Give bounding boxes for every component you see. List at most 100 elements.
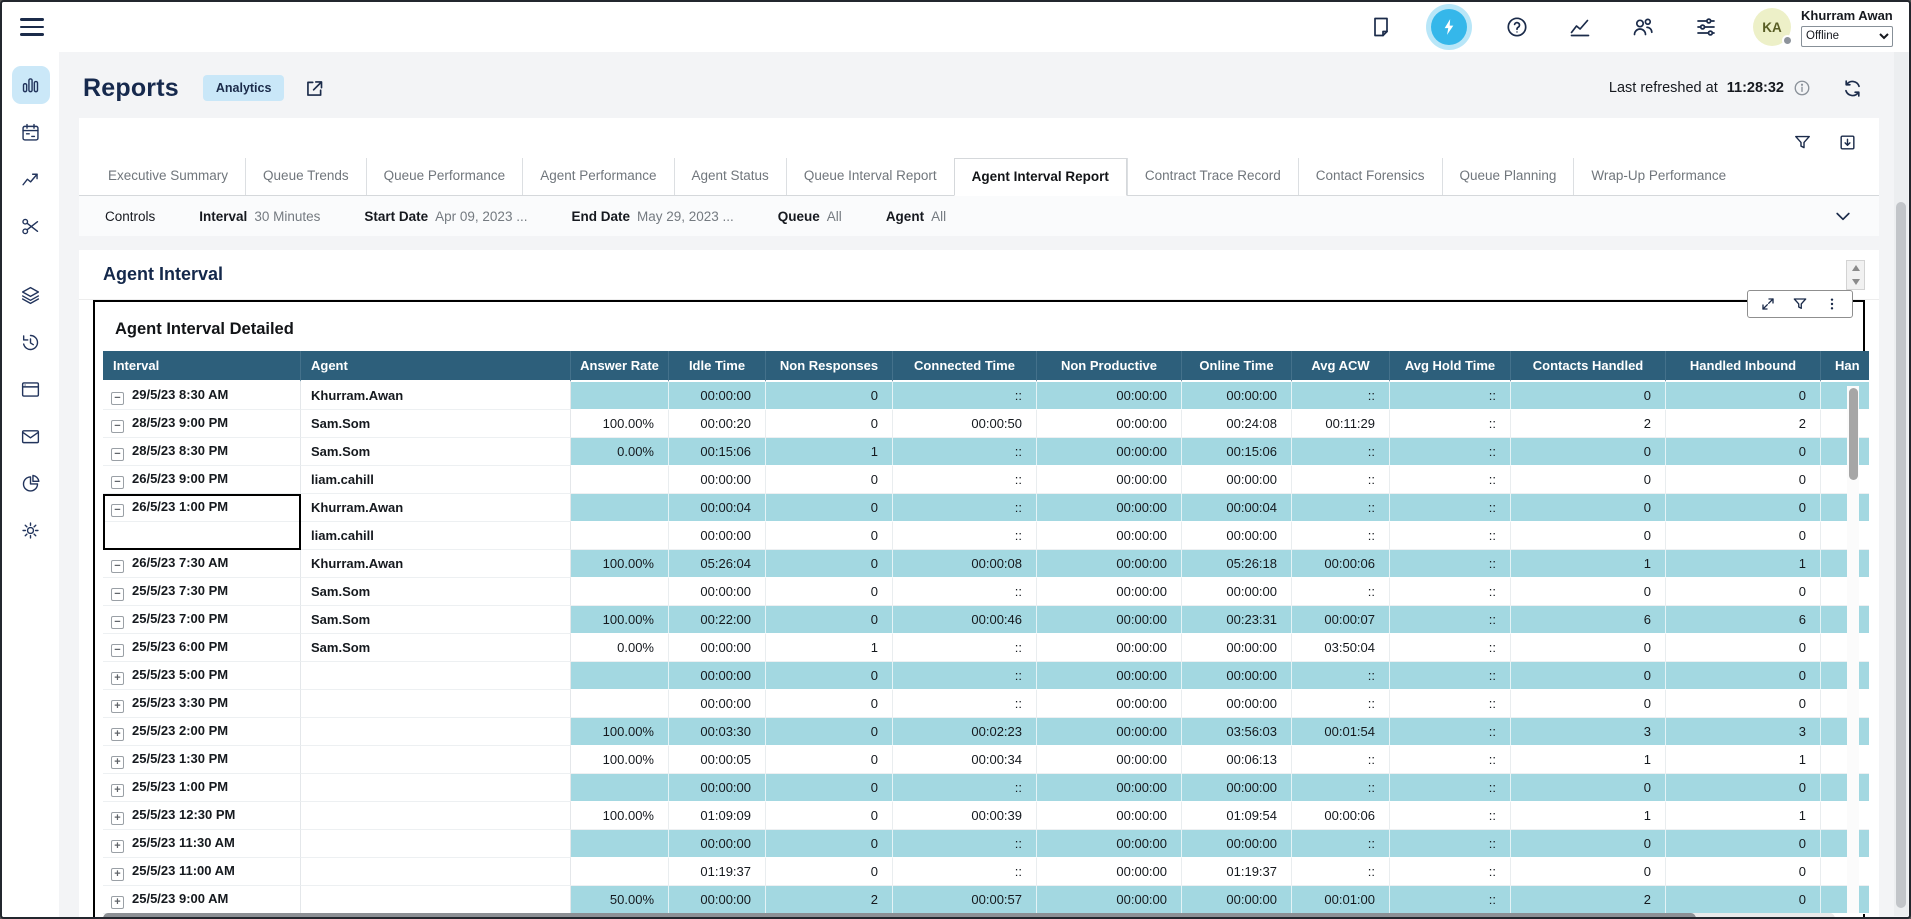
metric-cell[interactable]: 00:00:00 (1182, 830, 1292, 858)
metric-cell[interactable]: 1 (766, 438, 893, 466)
metric-cell[interactable]: :: (1390, 662, 1511, 690)
agent-cell[interactable]: Sam.Som (301, 634, 571, 662)
metric-cell[interactable]: :: (1292, 690, 1390, 718)
tab-wrap-up-performance[interactable]: Wrap-Up Performance (1573, 158, 1743, 195)
metric-cell[interactable] (1821, 634, 1869, 662)
metric-cell[interactable] (571, 578, 669, 606)
collapse-row-icon[interactable]: − (111, 476, 124, 489)
metric-cell[interactable]: 0 (1511, 382, 1666, 410)
metric-cell[interactable]: :: (1292, 746, 1390, 774)
metric-cell[interactable]: 00:00:00 (1182, 690, 1292, 718)
metric-cell[interactable]: :: (1292, 438, 1390, 466)
status-select[interactable]: Offline (1801, 26, 1893, 47)
collapse-row-icon[interactable]: − (111, 560, 124, 573)
widget-filter-icon[interactable] (1792, 296, 1808, 312)
interval-cell[interactable]: − (103, 522, 301, 550)
filter-icon[interactable] (1793, 133, 1812, 152)
help-icon[interactable] (1504, 14, 1530, 40)
metric-cell[interactable]: :: (1390, 438, 1511, 466)
sidebar-item-layers[interactable] (12, 276, 50, 314)
metric-cell[interactable]: 0 (1511, 634, 1666, 662)
metric-cell[interactable]: 0 (766, 718, 893, 746)
metric-cell[interactable]: 00:03:30 (669, 718, 766, 746)
metric-cell[interactable]: 0 (766, 606, 893, 634)
metric-cell[interactable]: 50.00% (571, 886, 669, 914)
metric-cell[interactable]: 0 (766, 578, 893, 606)
metric-cell[interactable] (571, 522, 669, 550)
metric-cell[interactable]: 0 (766, 410, 893, 438)
sidebar-item-scissors[interactable] (12, 207, 50, 245)
metric-cell[interactable]: 00:00:00 (1037, 718, 1182, 746)
metric-cell[interactable] (571, 774, 669, 802)
metric-cell[interactable] (1821, 410, 1869, 438)
metric-cell[interactable]: 0 (1666, 690, 1821, 718)
metric-cell[interactable]: 00:00:00 (1182, 522, 1292, 550)
interval-cell[interactable]: −25/5/23 7:30 PM (103, 578, 301, 606)
metric-cell[interactable]: 00:00:00 (669, 690, 766, 718)
agent-cell[interactable]: Khurram.Awan (301, 550, 571, 578)
metric-cell[interactable]: 2 (1666, 410, 1821, 438)
info-icon[interactable] (1793, 79, 1811, 97)
metric-cell[interactable]: :: (1390, 410, 1511, 438)
expand-row-icon[interactable]: + (111, 896, 124, 909)
metric-cell[interactable]: :: (1390, 830, 1511, 858)
metric-cell[interactable]: 0 (1511, 662, 1666, 690)
column-header-connected-time[interactable]: Connected Time (893, 351, 1037, 382)
metric-cell[interactable]: 00:00:00 (1182, 578, 1292, 606)
metric-cell[interactable]: :: (1390, 550, 1511, 578)
agent-cell[interactable] (301, 662, 571, 690)
metric-cell[interactable] (1821, 746, 1869, 774)
tab-executive-summary[interactable]: Executive Summary (91, 158, 245, 195)
metric-cell[interactable]: 2 (1511, 410, 1666, 438)
metric-cell[interactable] (1821, 522, 1869, 550)
metric-cell[interactable]: 00:00:06 (1292, 550, 1390, 578)
agent-cell[interactable] (301, 886, 571, 914)
metric-cell[interactable] (1821, 690, 1869, 718)
metric-cell[interactable] (571, 382, 669, 410)
tab-agent-interval-report[interactable]: Agent Interval Report (954, 158, 1127, 196)
tab-agent-performance[interactable]: Agent Performance (522, 158, 673, 195)
metric-cell[interactable]: 00:00:00 (1037, 522, 1182, 550)
column-header-non-responses[interactable]: Non Responses (766, 351, 893, 382)
agent-cell[interactable] (301, 690, 571, 718)
metric-cell[interactable]: 00:00:00 (1182, 662, 1292, 690)
column-header-handled-inbound[interactable]: Handled Inbound (1666, 351, 1821, 382)
metric-cell[interactable]: 00:00:00 (669, 634, 766, 662)
line-chart-icon[interactable] (1567, 14, 1593, 40)
metric-cell[interactable]: 0 (1666, 494, 1821, 522)
collapse-row-icon[interactable]: − (111, 644, 124, 657)
metric-cell[interactable]: 00:00:00 (1037, 382, 1182, 410)
agent-cell[interactable] (301, 718, 571, 746)
metric-cell[interactable]: :: (1390, 690, 1511, 718)
metric-cell[interactable]: 00:00:04 (669, 494, 766, 522)
metric-cell[interactable]: :: (1292, 494, 1390, 522)
metric-cell[interactable] (1821, 494, 1869, 522)
metric-cell[interactable] (1821, 382, 1869, 410)
metric-cell[interactable]: 1 (1511, 802, 1666, 830)
metric-cell[interactable]: :: (1390, 382, 1511, 410)
metric-cell[interactable]: 00:00:00 (1182, 886, 1292, 914)
interval-cell[interactable]: −25/5/23 7:00 PM (103, 606, 301, 634)
metric-cell[interactable]: 0 (1511, 494, 1666, 522)
interval-cell[interactable]: −26/5/23 9:00 PM (103, 466, 301, 494)
agent-cell[interactable]: Khurram.Awan (301, 382, 571, 410)
metric-cell[interactable]: 00:23:31 (1182, 606, 1292, 634)
metric-cell[interactable]: 00:00:00 (1037, 802, 1182, 830)
metric-cell[interactable] (1821, 578, 1869, 606)
metric-cell[interactable]: 0 (1511, 690, 1666, 718)
metric-cell[interactable] (571, 830, 669, 858)
interval-cell[interactable]: +25/5/23 11:30 AM (103, 830, 301, 858)
chevron-down-icon[interactable] (1833, 206, 1853, 226)
metric-cell[interactable]: 01:19:37 (1182, 858, 1292, 886)
metric-cell[interactable]: 01:19:37 (669, 858, 766, 886)
interval-cell[interactable]: −29/5/23 8:30 AM (103, 382, 301, 410)
sidebar-item-window[interactable] (12, 370, 50, 408)
metric-cell[interactable]: 0 (766, 746, 893, 774)
metric-cell[interactable]: 0 (1666, 382, 1821, 410)
tab-agent-status[interactable]: Agent Status (674, 158, 786, 195)
metric-cell[interactable]: 3 (1666, 718, 1821, 746)
metric-cell[interactable]: 00:00:00 (669, 578, 766, 606)
metric-cell[interactable] (1821, 802, 1869, 830)
metric-cell[interactable]: :: (1292, 774, 1390, 802)
agent-cell[interactable] (301, 774, 571, 802)
